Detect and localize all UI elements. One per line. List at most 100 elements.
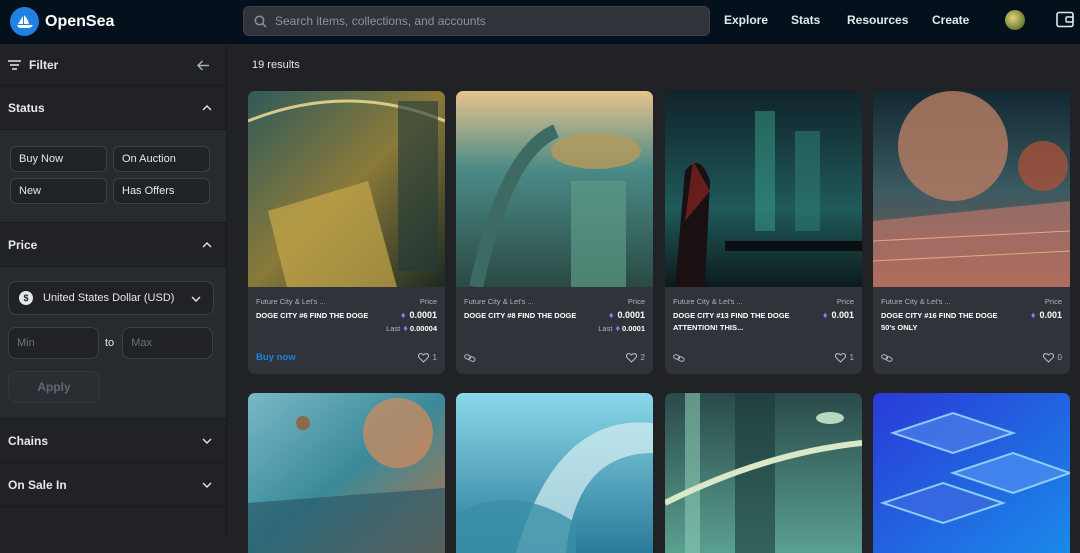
favorite-button[interactable]: 1 bbox=[834, 352, 854, 363]
price-value: 0.0001 bbox=[617, 310, 645, 320]
currency-select[interactable]: $ United States Dollar (USD) bbox=[8, 281, 214, 315]
card-info: Future City & Let's ... DOGE CITY #16 FI… bbox=[873, 292, 1070, 346]
search-bar[interactable] bbox=[243, 6, 710, 36]
wallet-icon[interactable] bbox=[1056, 11, 1074, 28]
item-name: DOGE CITY #13 FIND THE DOGE ATTENTION! T… bbox=[673, 311, 790, 332]
favorite-button[interactable]: 2 bbox=[625, 352, 645, 363]
on-sale-in-section-header[interactable]: On Sale In bbox=[0, 463, 226, 507]
nft-image bbox=[456, 393, 653, 553]
price-filter: $ United States Dollar (USD) to Apply bbox=[0, 267, 226, 419]
brand-name: OpenSea bbox=[45, 12, 115, 30]
nav-explore[interactable]: Explore bbox=[724, 13, 768, 27]
price-label: Price bbox=[627, 297, 645, 306]
nft-image bbox=[873, 393, 1070, 553]
status-section-header[interactable]: Status bbox=[0, 86, 226, 130]
status-has-offers-button[interactable]: Has Offers bbox=[113, 178, 210, 204]
price-value: 0.001 bbox=[1039, 310, 1062, 320]
eth-icon: ♦ bbox=[1030, 310, 1036, 320]
filter-icon bbox=[8, 59, 21, 70]
nft-image bbox=[873, 91, 1070, 287]
collection-name[interactable]: Future City & Let's ... bbox=[464, 297, 645, 306]
nav-create[interactable]: Create bbox=[932, 13, 969, 27]
chevron-down-icon bbox=[202, 482, 212, 488]
price-label: Price bbox=[1044, 297, 1062, 306]
price-label: Price bbox=[8, 237, 38, 252]
nft-image bbox=[665, 91, 862, 287]
link-icon[interactable] bbox=[881, 353, 893, 362]
opensea-ship-icon bbox=[10, 7, 39, 36]
top-navigation-bar: OpenSea Explore Stats Resources Create bbox=[0, 0, 1080, 44]
card-info: Future City & Let's ... DOGE CITY #8 FIN… bbox=[456, 292, 653, 346]
heart-icon bbox=[1042, 352, 1054, 363]
last-price-value: 0.0001 bbox=[622, 323, 645, 333]
collection-name[interactable]: Future City & Let's ... bbox=[673, 297, 854, 306]
nft-card[interactable]: Future City & Let's ... DOGE CITY #13 FI… bbox=[665, 91, 862, 374]
nav-resources[interactable]: Resources bbox=[847, 13, 908, 27]
nft-image bbox=[456, 91, 653, 289]
eth-icon: ♦ bbox=[822, 310, 828, 320]
like-count: 0 bbox=[1057, 353, 1062, 362]
apply-button[interactable]: Apply bbox=[8, 371, 100, 403]
profile-avatar[interactable] bbox=[1005, 10, 1025, 30]
heart-icon bbox=[834, 352, 846, 363]
to-label: to bbox=[105, 337, 115, 349]
status-label: Status bbox=[8, 100, 45, 115]
link-icon[interactable] bbox=[464, 353, 476, 362]
nav-stats[interactable]: Stats bbox=[791, 13, 820, 27]
nft-image bbox=[248, 91, 445, 291]
status-buy-now-button[interactable]: Buy Now bbox=[10, 146, 107, 172]
buy-now-button[interactable]: Buy now bbox=[256, 352, 296, 363]
nft-card[interactable] bbox=[456, 393, 653, 553]
results-area: 19 results Future City & Let's ... DOGE … bbox=[228, 44, 1080, 553]
status-on-auction-button[interactable]: On Auction bbox=[113, 146, 210, 172]
opensea-logo[interactable]: OpenSea bbox=[10, 7, 114, 36]
status-new-button[interactable]: New bbox=[10, 178, 107, 204]
nft-card[interactable] bbox=[248, 393, 445, 553]
chevron-down-icon bbox=[191, 296, 201, 302]
price-section-header[interactable]: Price bbox=[0, 223, 226, 267]
item-name: DOGE CITY #6 FIND THE DOGE bbox=[256, 311, 369, 320]
filter-title: Filter bbox=[29, 57, 59, 72]
nft-card[interactable] bbox=[665, 393, 862, 553]
collection-name[interactable]: Future City & Let's ... bbox=[881, 297, 1062, 306]
heart-icon bbox=[417, 352, 429, 363]
currency-value: United States Dollar (USD) bbox=[43, 292, 175, 304]
chains-label: Chains bbox=[8, 433, 49, 448]
favorite-button[interactable]: 0 bbox=[1042, 352, 1062, 363]
nft-card[interactable]: Future City & Let's ... DOGE CITY #16 FI… bbox=[873, 91, 1070, 374]
item-name: DOGE CITY #16 FIND THE DOGE 50's ONLY bbox=[881, 311, 998, 332]
nft-image bbox=[665, 393, 862, 553]
on-sale-in-label: On Sale In bbox=[8, 477, 67, 492]
search-input[interactable] bbox=[275, 14, 695, 28]
nft-card[interactable]: Future City & Let's ... DOGE CITY #6 FIN… bbox=[248, 91, 445, 374]
link-icon[interactable] bbox=[673, 353, 685, 362]
price-label: Price bbox=[419, 297, 437, 306]
price-min-input[interactable] bbox=[8, 327, 99, 359]
price-value: 0.0001 bbox=[409, 310, 437, 320]
price-max-input[interactable] bbox=[122, 327, 214, 359]
like-count: 1 bbox=[432, 353, 437, 362]
heart-icon bbox=[625, 352, 637, 363]
eth-icon: ♦ bbox=[400, 310, 406, 320]
chains-section-header[interactable]: Chains bbox=[0, 419, 226, 463]
chevron-up-icon bbox=[202, 104, 212, 110]
status-options: Buy Now On Auction New Has Offers bbox=[0, 130, 226, 223]
eth-icon: ♦ bbox=[615, 323, 621, 333]
eth-icon: ♦ bbox=[608, 310, 614, 320]
chevron-up-icon bbox=[202, 241, 212, 247]
card-info: Future City & Let's ... DOGE CITY #6 FIN… bbox=[248, 292, 445, 346]
nft-card[interactable] bbox=[873, 393, 1070, 553]
last-price-value: 0.00004 bbox=[409, 323, 437, 333]
last-label: Last bbox=[386, 323, 401, 333]
last-label: Last bbox=[598, 323, 613, 333]
nft-card[interactable]: Future City & Let's ... DOGE CITY #8 FIN… bbox=[456, 91, 653, 374]
price-label: Price bbox=[836, 297, 854, 306]
favorite-button[interactable]: 1 bbox=[417, 352, 437, 363]
chevron-down-icon bbox=[202, 438, 212, 444]
filter-sidebar: Filter Status Buy Now On Auction New Has… bbox=[0, 44, 227, 539]
collapse-arrow-icon[interactable] bbox=[197, 60, 210, 71]
filter-header: Filter bbox=[0, 44, 226, 86]
like-count: 1 bbox=[849, 353, 854, 362]
nft-image bbox=[248, 393, 445, 553]
collection-name[interactable]: Future City & Let's ... bbox=[256, 297, 437, 306]
